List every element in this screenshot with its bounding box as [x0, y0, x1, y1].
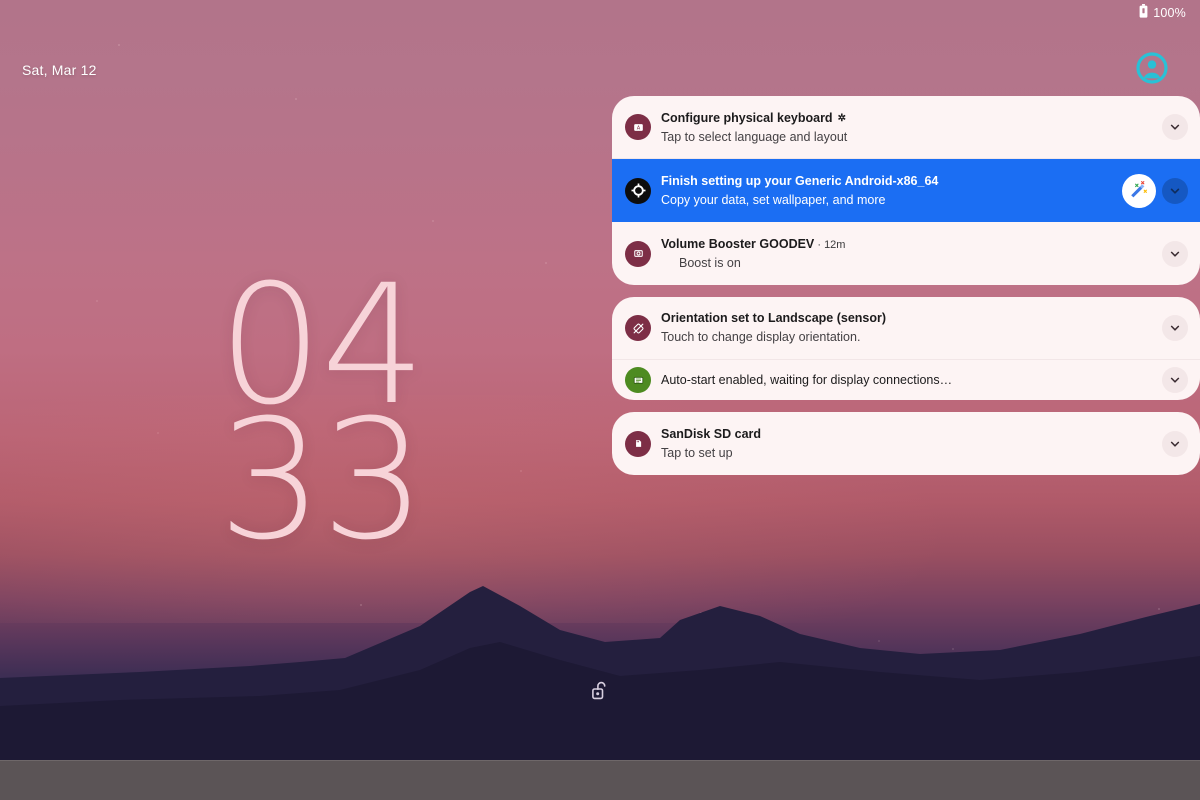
keyboard-android-icon: A	[625, 114, 651, 140]
chevron-down-icon[interactable]	[1162, 430, 1188, 457]
notification-group-gap	[612, 285, 1200, 297]
notification-title: SanDisk SD card	[661, 426, 762, 441]
chevron-down-icon[interactable]	[1162, 315, 1188, 341]
notification-body: Volume Booster GOODEV · 12m Boost is on	[661, 236, 1162, 271]
notification-auto-start[interactable]: Auto-start enabled, waiting for display …	[612, 360, 1200, 400]
notification-volume-booster[interactable]: Volume Booster GOODEV · 12m Boost is on	[612, 222, 1200, 285]
battery-percentage: 100%	[1153, 6, 1186, 20]
lock-screen-clock: 04 33	[218, 262, 426, 577]
keyboard-glyph: ✲	[837, 112, 846, 124]
notification-sandisk-sd-card[interactable]: SanDisk SD card Tap to set up	[612, 412, 1200, 475]
notification-text: Tap to select language and layout	[661, 129, 848, 144]
clock-minutes: 33	[218, 384, 426, 577]
system-navigation-bar	[0, 760, 1200, 800]
magic-wand-icon[interactable]	[1122, 173, 1156, 208]
chevron-down-icon[interactable]	[1162, 240, 1188, 267]
rotation-locked-icon	[625, 315, 651, 341]
notification-body: Finish setting up your Generic Android-x…	[661, 173, 1122, 208]
lock-screen: 100% Sat, Mar 12 04 33 A Configure physi…	[0, 0, 1200, 760]
chevron-down-icon[interactable]	[1162, 177, 1188, 204]
notification-body: Orientation set to Landscape (sensor) To…	[661, 310, 1162, 345]
chevron-down-icon[interactable]	[1162, 367, 1188, 393]
notification-configure-physical-keyboard[interactable]: A Configure physical keyboard ✲ Tap to se…	[612, 96, 1200, 159]
notification-group-3: SanDisk SD card Tap to set up	[612, 412, 1200, 475]
volume-booster-icon	[625, 240, 651, 267]
notification-title: Orientation set to Landscape (sensor)	[661, 311, 887, 326]
notification-title: Configure physical keyboard ✲	[661, 110, 846, 125]
android-setup-icon	[625, 177, 651, 204]
unlocked-padlock-icon[interactable]	[592, 680, 609, 706]
notification-orientation[interactable]: Orientation set to Landscape (sensor) To…	[612, 297, 1200, 360]
sd-card-icon	[625, 430, 651, 457]
notification-body: Auto-start enabled, waiting for display …	[661, 372, 1162, 389]
notification-title: Auto-start enabled, waiting for display …	[661, 372, 953, 387]
notification-text: Copy your data, set wallpaper, and more	[661, 192, 886, 207]
notification-text: Tap to set up	[661, 445, 733, 460]
status-bar: 100%	[0, 0, 1200, 26]
display-connection-icon	[625, 367, 651, 393]
notification-group-gap	[612, 400, 1200, 412]
notification-group-1: A Configure physical keyboard ✲ Tap to se…	[612, 96, 1200, 285]
notification-finish-setup[interactable]: Finish setting up your Generic Android-x…	[612, 159, 1200, 222]
notification-title: Volume Booster GOODEV · 12m	[661, 236, 846, 251]
notification-group-2: Orientation set to Landscape (sensor) To…	[612, 297, 1200, 400]
svg-text:A: A	[636, 125, 640, 131]
notification-body: SanDisk SD card Tap to set up	[661, 426, 1162, 461]
notification-title: Finish setting up your Generic Android-x…	[661, 173, 939, 188]
user-avatar-icon[interactable]	[1136, 52, 1168, 84]
lock-screen-date: Sat, Mar 12	[22, 62, 97, 78]
notification-text: Boost is on	[679, 255, 741, 270]
notification-text: Touch to change display orientation.	[661, 330, 861, 345]
notification-stack: A Configure physical keyboard ✲ Tap to se…	[612, 96, 1200, 475]
notification-body: Configure physical keyboard ✲ Tap to sele…	[661, 109, 1162, 145]
wallpaper-mountain-silhouette	[0, 530, 1200, 760]
battery-full-icon	[1139, 3, 1148, 23]
chevron-down-icon[interactable]	[1162, 114, 1188, 140]
